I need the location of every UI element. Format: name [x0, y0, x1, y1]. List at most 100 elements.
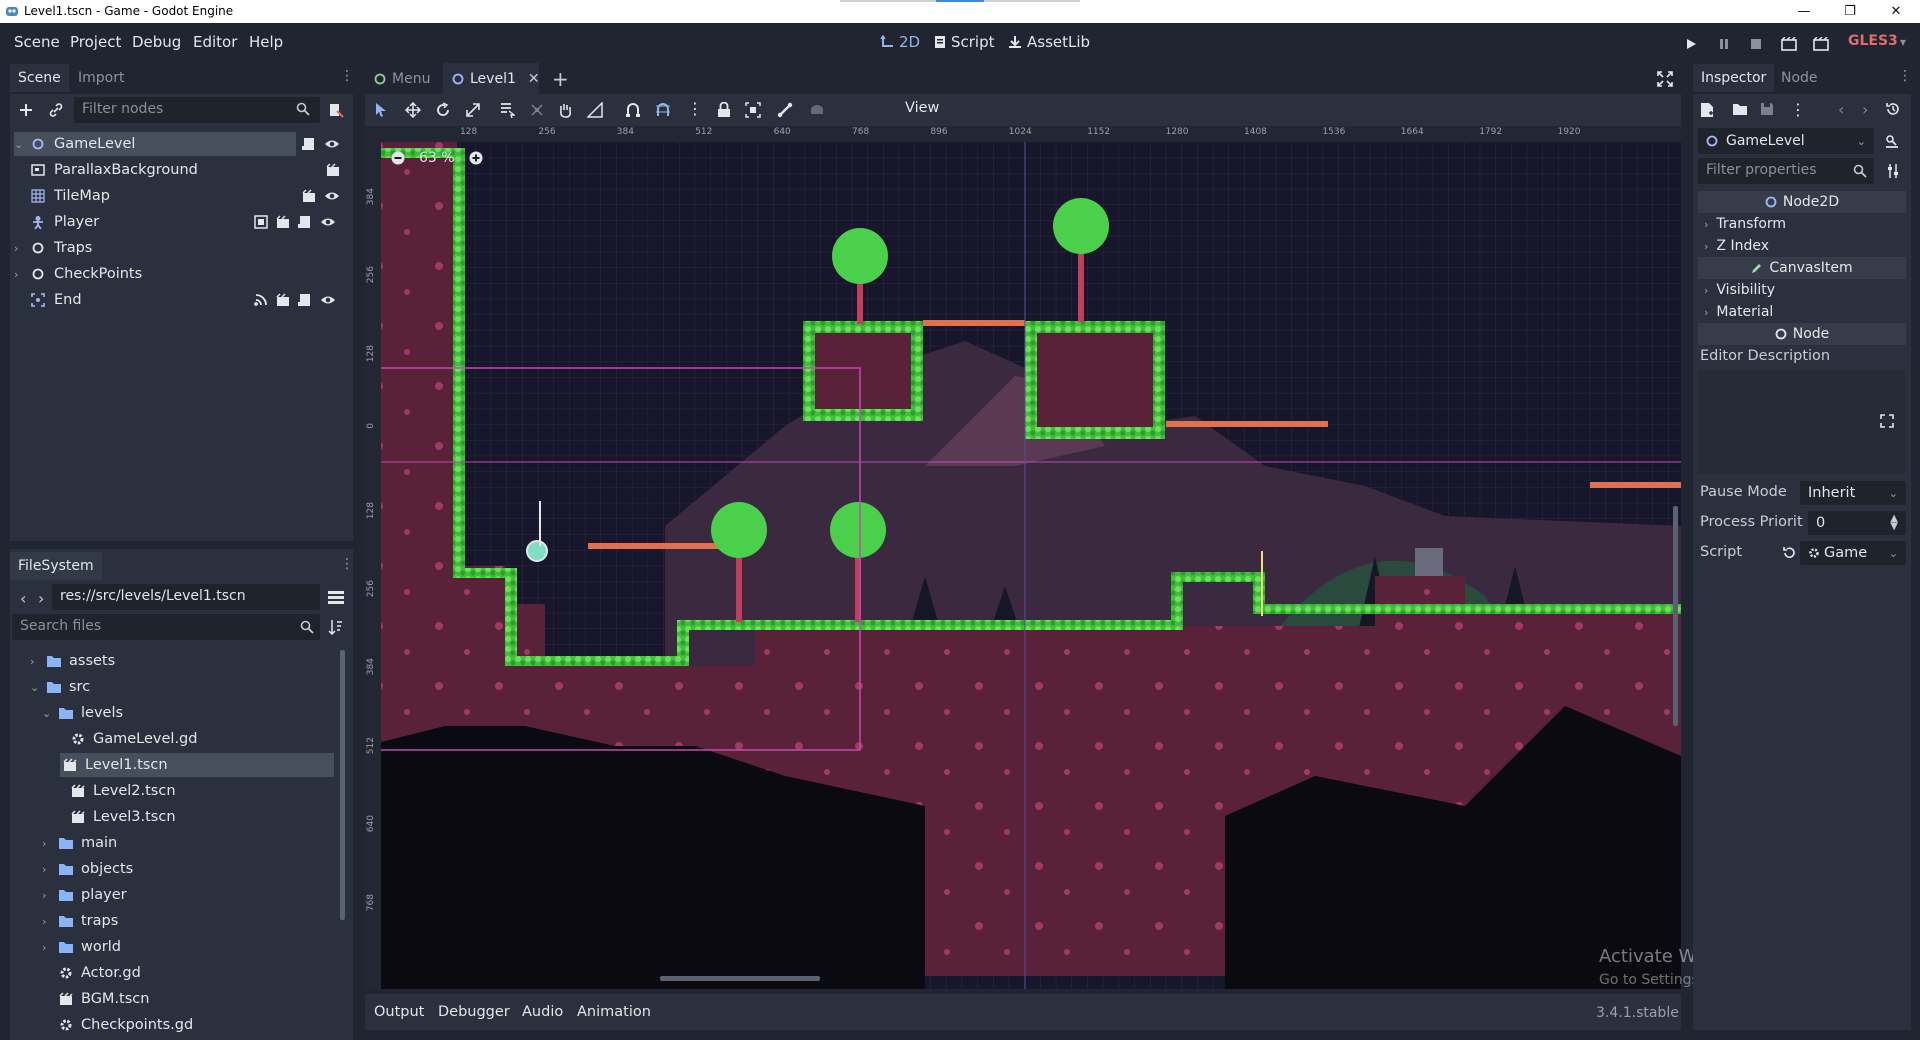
scene-instance-icon[interactable]	[276, 293, 290, 307]
rotate-mode-icon[interactable]	[435, 102, 451, 118]
search-files-input[interactable]: Search files	[12, 614, 320, 640]
tab-menu-scene[interactable]: Menu	[365, 63, 439, 94]
close-window-button[interactable]: ✕	[1873, 0, 1919, 23]
filesystem-item-level1-tscn[interactable]: Level1.tscn	[60, 753, 334, 777]
group-selected-icon[interactable]	[745, 102, 761, 118]
select-mode-icon[interactable]	[373, 102, 389, 118]
play-button[interactable]	[1680, 33, 1702, 55]
visibility-eye-icon[interactable]	[320, 215, 336, 229]
scene-instance-icon[interactable]	[276, 215, 290, 229]
view-menu[interactable]: View	[905, 100, 939, 116]
tab-level1-scene[interactable]: Level1 ✕	[443, 63, 540, 94]
camera-override-icon[interactable]	[809, 102, 825, 118]
smart-snap-icon[interactable]	[625, 102, 641, 118]
close-tab-icon[interactable]: ✕	[528, 71, 540, 87]
filesystem-item-src[interactable]: ⌄ src	[30, 675, 90, 699]
minimize-button[interactable]: —	[1781, 0, 1827, 23]
signal-icon[interactable]	[254, 293, 268, 307]
filesystem-item-gamelevel-gd[interactable]: GameLevel.gd	[54, 727, 197, 751]
inspector-more-icon[interactable]: ⋮	[1790, 100, 1806, 119]
menu-editor[interactable]: Editor	[193, 33, 237, 51]
tab-audio[interactable]: Audio	[522, 1004, 563, 1020]
tree-node-checkpoints[interactable]: › CheckPoints	[14, 262, 354, 286]
expand-arrow-icon[interactable]: ›	[14, 268, 28, 281]
visibility-eye-icon[interactable]	[320, 293, 336, 307]
script-icon[interactable]	[298, 215, 312, 229]
open-folder-icon[interactable]	[1732, 102, 1748, 116]
expand-arrow-icon[interactable]: ›	[42, 889, 56, 902]
list-select-icon[interactable]	[499, 102, 515, 118]
script-icon[interactable]	[298, 293, 312, 307]
filesystem-item-actor-gd[interactable]: Actor.gd	[42, 961, 141, 985]
renderer-selector[interactable]: GLES3	[1848, 33, 1898, 49]
script-resource-picker[interactable]: Game ⌄	[1800, 541, 1906, 565]
tab-output[interactable]: Output	[374, 1004, 424, 1020]
collapse-arrow-icon[interactable]: ⌄	[14, 138, 28, 151]
filesystem-item-player[interactable]: › player	[42, 883, 127, 907]
level-canvas[interactable]	[365, 126, 1681, 989]
expand-arrow-icon[interactable]: ›	[42, 863, 56, 876]
instance-scene-icon[interactable]	[48, 102, 64, 118]
grid-snap-icon[interactable]	[655, 102, 671, 118]
nav-forward-icon[interactable]: ›	[38, 589, 44, 608]
tab-node[interactable]: Node	[1773, 64, 1826, 92]
move-mode-icon[interactable]	[405, 102, 421, 118]
group-material[interactable]: › Material	[1698, 301, 1906, 323]
remote-scene-icon[interactable]	[328, 102, 344, 118]
path-field[interactable]: res://src/levels/Level1.tscn	[52, 584, 320, 610]
filesystem-item-checkpoints-gd[interactable]: Checkpoints.gd	[42, 1013, 193, 1037]
distraction-free-icon[interactable]	[1657, 71, 1673, 87]
save-icon[interactable]	[1760, 102, 1774, 116]
split-view-icon[interactable]	[328, 590, 344, 604]
filesystem-item-level3-tscn[interactable]: Level3.tscn	[54, 805, 176, 829]
object-properties-icon[interactable]	[1884, 133, 1900, 149]
tab-inspector[interactable]: Inspector	[1693, 64, 1775, 92]
filesystem-item-bgm-tscn[interactable]: BGM.tscn	[42, 987, 149, 1011]
menu-project[interactable]: Project	[70, 33, 121, 51]
tree-node-traps[interactable]: › Traps	[14, 236, 354, 260]
tab-filesystem[interactable]: FileSystem	[10, 552, 102, 580]
scene-viewport[interactable]: 128 256 384 512 640 768 896 1024 1152 1280 1408 153…	[365, 126, 1681, 989]
expand-arrow-icon[interactable]: ›	[42, 837, 56, 850]
visibility-eye-icon[interactable]	[324, 189, 340, 203]
tab-debugger[interactable]: Debugger	[438, 1004, 510, 1020]
scene-dock-menu-icon[interactable]: ⋮	[340, 68, 354, 84]
expand-arrow-icon[interactable]: ›	[42, 941, 56, 954]
script-icon[interactable]	[302, 137, 316, 151]
workspace-script-button[interactable]: Script	[934, 33, 995, 51]
inspector-menu-icon[interactable]: ⋮	[1898, 68, 1912, 84]
filesystem-item-traps[interactable]: › traps	[42, 909, 118, 933]
history-icon[interactable]	[1886, 102, 1900, 116]
clear-script-icon[interactable]	[1782, 546, 1796, 560]
expand-arrow-icon[interactable]: ›	[30, 655, 44, 668]
new-resource-icon[interactable]	[1700, 102, 1714, 118]
expand-arrow-icon[interactable]: ›	[14, 242, 28, 255]
collapse-arrow-icon[interactable]: ⌄	[30, 681, 44, 694]
workspace-2d-button[interactable]: 2D	[880, 33, 920, 51]
spin-arrows-icon[interactable]: ▲ ▼	[1890, 514, 1898, 532]
menu-debug[interactable]: Debug	[132, 33, 181, 51]
menu-scene[interactable]: Scene	[14, 33, 60, 51]
pause-button[interactable]	[1713, 33, 1735, 55]
play-custom-scene-button[interactable]	[1810, 33, 1832, 55]
scene-instance-icon[interactable]	[326, 163, 340, 177]
snap-options-icon[interactable]: ⋮	[687, 99, 703, 118]
lock-icon[interactable]	[717, 102, 731, 118]
tab-import[interactable]: Import	[70, 64, 132, 92]
zoom-level[interactable]: 63 %	[419, 150, 455, 166]
tree-node-parallaxbackground[interactable]: ParallaxBackground	[14, 158, 354, 182]
maximize-button[interactable]: ❐	[1827, 0, 1873, 23]
tab-scene[interactable]: Scene	[10, 64, 69, 92]
filter-nodes-input[interactable]: Filter nodes	[74, 97, 320, 123]
group-zindex[interactable]: › Z Index	[1698, 235, 1906, 257]
history-forward-icon[interactable]: ›	[1862, 100, 1868, 119]
group-transform[interactable]: › Transform	[1698, 213, 1906, 235]
menu-help[interactable]: Help	[249, 33, 283, 51]
stop-button[interactable]	[1745, 33, 1767, 55]
scene-instance-icon[interactable]	[302, 189, 316, 203]
sort-icon[interactable]	[328, 619, 342, 635]
group-icon[interactable]	[254, 215, 268, 229]
filesystem-scrollbar[interactable]	[340, 650, 345, 920]
tab-animation[interactable]: Animation	[577, 1004, 651, 1020]
group-visibility[interactable]: › Visibility	[1698, 279, 1906, 301]
